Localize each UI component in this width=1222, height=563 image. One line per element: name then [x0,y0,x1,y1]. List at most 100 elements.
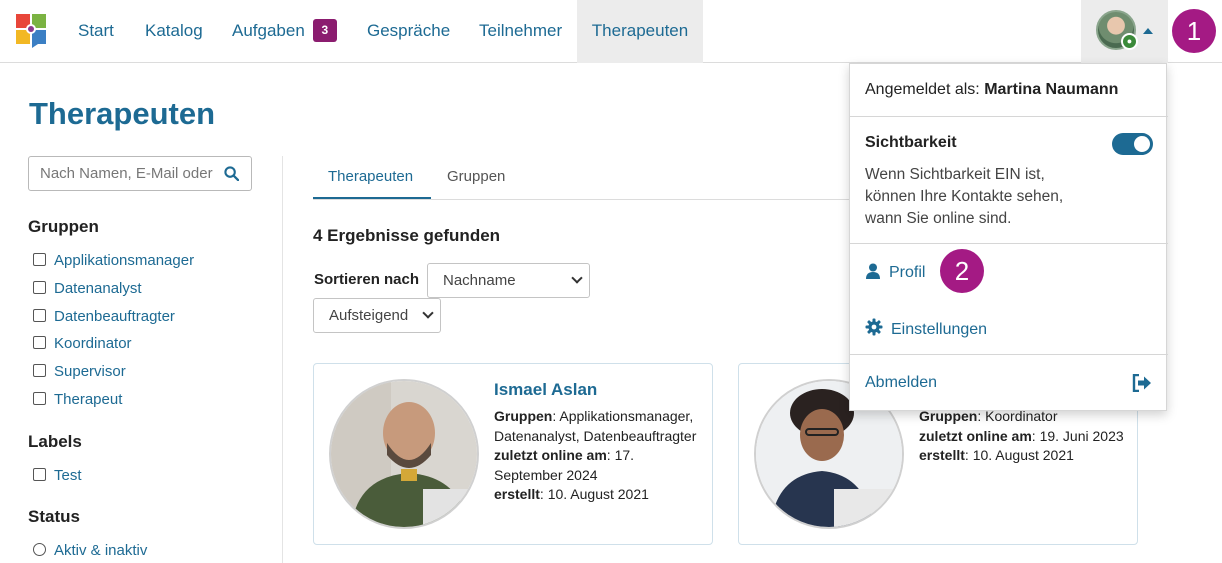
sort-order-select[interactable]: Aufsteigend [313,298,441,333]
created-value: : 10. August 2021 [964,447,1074,464]
chevron-down-icon [422,307,434,319]
nav-item-teilnehmer[interactable]: Teilnehmer [479,0,562,63]
top-navigation-bar: Start Katalog Aufgaben 3 Gespräche Teilne… [0,0,1222,63]
select-value: Aufsteigend [329,307,409,324]
task-count-badge: 3 [312,19,337,42]
filter-group-datenbeauftragter[interactable]: Datenbeauftragter [33,308,175,325]
visibility-description: Wenn Sichtbarkeit EIN ist, können Ihre K… [865,164,1063,230]
settings-label: Einstellungen [891,321,988,338]
filter-label: Koordinator [54,335,132,352]
sidebar-divider [282,156,283,563]
nav-item-label: Start [78,21,114,40]
radio-button[interactable] [33,543,46,556]
nav-item-aufgaben[interactable]: Aufgaben 3 [232,0,337,63]
created-label: erstellt [919,447,965,464]
filter-label: Supervisor [54,363,126,380]
sort-field-select[interactable]: Nachname [427,263,590,298]
search-icon[interactable] [224,166,239,181]
nav-item-label: Teilnehmer [479,21,563,40]
logout-link[interactable]: Abmelden [865,374,937,392]
filter-group-therapeut[interactable]: Therapeut [33,391,122,408]
callout-marker-2: 2 [940,249,984,293]
visibility-section: Sichtbarkeit Wenn Sichtbarkeit EIN ist, … [850,117,1168,244]
search-input[interactable] [29,157,219,190]
nav-item-start[interactable]: Start [78,0,114,63]
chevron-down-icon [571,272,583,284]
nav-item-katalog[interactable]: Katalog [145,0,203,63]
checkbox[interactable] [33,253,46,266]
checkbox[interactable] [33,468,46,481]
logout-section: Abmelden [850,355,1168,412]
user-menu-button[interactable]: ● [1081,0,1168,63]
filter-group-applikationsmanager[interactable]: Applikationsmanager [33,252,194,269]
last-online-label: zuletzt online am [494,447,607,464]
nav-item-therapeuten[interactable]: Therapeuten [577,0,703,63]
checkbox[interactable] [33,281,46,294]
user-menu-dropdown: Angemeldet als: Martina Naumann Sichtbar… [849,63,1168,412]
checkbox[interactable] [33,309,46,322]
tab-therapeuten[interactable]: Therapeuten [313,168,431,200]
filter-label: Test [54,467,82,484]
last-online-label: zuletzt online am [919,427,1032,444]
logged-in-section: Angemeldet als: Martina Naumann [850,64,1168,117]
portrait-image-icon [331,381,477,527]
therapist-name-link[interactable]: Ismael Aslan [494,380,597,400]
visibility-line: wann Sie online sind. [865,210,1012,227]
nav-item-label: Katalog [145,21,203,40]
sign-out-icon[interactable] [1132,374,1152,392]
results-count: 4 Ergebnisse gefunden [313,226,501,245]
nav-item-label: Gespräche [367,21,451,40]
search-box [28,156,252,191]
page-title: Therapeuten [29,96,216,131]
filter-label-test[interactable]: Test [33,467,82,484]
groups-label: Gruppen [494,408,553,424]
sort-label: Sortieren nach [314,271,420,288]
settings-link[interactable]: Einstellungen [865,318,987,339]
filter-label: Datenbeauftragter [54,308,175,325]
groups-heading: Gruppen [28,217,99,236]
therapist-card[interactable]: Ismael Aslan Gruppen: Applikationsmanage… [313,363,713,545]
caret-up-icon [1143,28,1153,34]
logout-label: Abmelden [865,374,938,391]
eye-icon: ● [1121,33,1138,50]
nav-item-gespraeche[interactable]: Gespräche [367,0,450,63]
filter-label: Datenanalyst [54,280,142,297]
filter-status-all[interactable]: Aktiv & inaktiv [33,542,147,559]
callout-marker-1: 1 [1172,9,1216,53]
tab-gruppen[interactable]: Gruppen [447,168,505,200]
therapist-photo [329,379,479,529]
status-heading: Status [28,507,80,526]
checkbox[interactable] [33,336,46,349]
app-logo-icon[interactable] [16,14,46,48]
select-value: Nachname [443,272,516,289]
toggle-knob [1134,136,1150,152]
last-online-value: : 19. Juni 2023 [1031,427,1124,444]
checkbox[interactable] [33,392,46,405]
logged-in-user-name: Martina Naumann [984,81,1119,98]
nav-item-label: Aufgaben [232,21,305,40]
user-icon [866,263,880,279]
visibility-line: können Ihre Kontakte sehen, [865,188,1064,205]
profile-label: Profil [889,264,926,281]
therapist-info: Gruppen: Applikationsmanager, Datenanaly… [494,407,704,505]
filter-group-supervisor[interactable]: Supervisor [33,363,126,380]
logged-in-text: Angemeldet als: Martina Naumann [865,81,1118,99]
gear-icon [865,318,883,336]
filter-label: Aktiv & inaktiv [54,542,148,559]
filter-group-datenanalyst[interactable]: Datenanalyst [33,280,142,297]
filter-group-koordinator[interactable]: Koordinator [33,335,132,352]
labels-heading: Labels [28,432,82,451]
account-links-section: Profil Einstellungen [850,244,1168,355]
nav-item-label: Therapeuten [591,21,689,40]
filter-label: Therapeut [54,391,123,408]
visibility-title: Sichtbarkeit [865,134,957,151]
filter-label: Applikationsmanager [54,252,195,269]
tabs-divider [313,199,850,200]
checkbox[interactable] [33,364,46,377]
logged-in-prefix: Angemeldet als: [865,81,980,98]
profile-link[interactable]: Profil [865,263,925,282]
visibility-toggle[interactable] [1112,133,1153,155]
created-value: : 10. August 2021 [539,486,649,503]
created-label: erstellt [494,486,540,503]
therapist-info: Gruppen: Koordinator zuletzt online am: … [919,407,1129,466]
